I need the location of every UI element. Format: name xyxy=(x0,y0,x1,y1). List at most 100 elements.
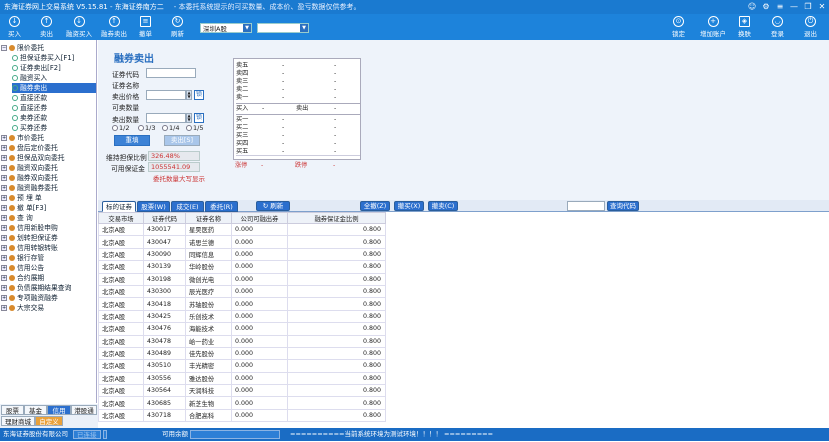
stock-code-input[interactable] xyxy=(146,68,196,78)
table-row[interactable]: 北京A股 430476 海能技术 0.000 0.800 xyxy=(98,322,386,336)
table-row[interactable]: 北京A股 430564 天润科技 0.000 0.800 xyxy=(98,384,386,398)
maximize-button[interactable]: ❐ xyxy=(801,0,815,14)
cell-name: 雅达股份 xyxy=(185,371,232,386)
sidebar-item-collateral-buy[interactable]: 担保证券买入[F1] xyxy=(12,53,96,63)
table-row[interactable]: 北京A股 430418 苏轴股份 0.000 0.800 xyxy=(98,297,386,311)
sidebar-item-special-margin[interactable]: + 专项融资融券 xyxy=(1,293,96,303)
tab-stock[interactable]: 股票 xyxy=(1,405,24,415)
sell-price-input[interactable] xyxy=(146,90,186,100)
tab-trades[interactable]: 成交(E) xyxy=(171,201,204,212)
sidebar-item-sell[interactable]: 证券卖出[F2] xyxy=(12,63,96,73)
tab-target-securities[interactable]: 标的证券 xyxy=(102,201,136,212)
ratio-third-radio[interactable]: 1/3 xyxy=(138,124,155,132)
close-button[interactable]: ✕ xyxy=(815,0,829,14)
table-row[interactable]: 北京A股 430300 辰光医疗 0.000 0.800 xyxy=(98,284,386,299)
tab-holdings[interactable]: 股票(W) xyxy=(137,201,170,212)
login-button[interactable]: ◡ 登录 xyxy=(771,14,784,40)
table-row[interactable]: 北京A股 430017 星昊医药 0.000 0.800 xyxy=(98,222,386,237)
help-icon[interactable]: ☺ xyxy=(745,0,759,14)
tab-credit[interactable]: 信用 xyxy=(47,405,71,415)
table-row[interactable]: 北京A股 430510 丰光精密 0.000 0.800 xyxy=(98,359,386,373)
price-stepper[interactable]: ▲ ▼ xyxy=(186,90,192,100)
table-row[interactable]: 北京A股 430198 微创光电 0.000 0.800 xyxy=(98,272,386,286)
sidebar-item-after-hours[interactable]: + 盘后定价委托 xyxy=(1,143,96,153)
sidebar-item-bank-custody[interactable]: + 银行存管 xyxy=(1,253,96,263)
table-row[interactable]: 北京A股 430489 佳先股份 0.000 0.800 xyxy=(98,346,386,361)
sell-qty-input[interactable] xyxy=(146,113,186,123)
lock-button[interactable]: ⊙ 锁定 xyxy=(672,14,685,40)
menu-icon[interactable]: ≡ xyxy=(773,0,787,14)
table-refresh-button[interactable]: ↻ 刷新 xyxy=(256,201,290,211)
skin-button[interactable]: ◈ 换肤 xyxy=(738,14,751,40)
radio-icon xyxy=(138,125,144,131)
tab-orders[interactable]: 委托(R) xyxy=(205,201,238,212)
col-margin-ratio[interactable]: 融券保证金比例 xyxy=(287,212,386,224)
ratio-half-radio[interactable]: 1/2 xyxy=(112,124,129,132)
ratio-fifth-radio[interactable]: 1/5 xyxy=(186,124,203,132)
col-available[interactable]: 公司可融出券 xyxy=(231,212,288,224)
status-bar: 东海证券股份有限公司 已连接 可用余额 ==========当前系统环境为测试环… xyxy=(0,428,829,441)
code-search-input[interactable] xyxy=(567,201,605,211)
tab-fund[interactable]: 基金 xyxy=(24,405,47,415)
sidebar-item-sell-to-repay[interactable]: 卖券还款 xyxy=(12,113,96,123)
sidebar-item-market-order[interactable]: + 市价委托 xyxy=(1,133,96,143)
ratio-quarter-radio[interactable]: 1/4 xyxy=(162,124,179,132)
col-code[interactable]: 证券代码 xyxy=(143,212,186,224)
table-row[interactable]: 北京A股 430425 乐创技术 0.000 0.800 xyxy=(98,309,386,324)
sidebar-item-cancel[interactable]: + 撤 单[F3] xyxy=(1,203,96,213)
col-name[interactable]: 证券名称 xyxy=(185,212,232,224)
settings-icon[interactable]: ⚙ xyxy=(759,0,773,14)
reset-button[interactable]: 重填 xyxy=(114,135,150,146)
sidebar-item-ipo[interactable]: + 信用新股申购 xyxy=(1,223,96,233)
add-account-button[interactable]: + 增加账户 xyxy=(700,14,726,40)
sidebar-item-margin-order[interactable]: + 融资融券委托 xyxy=(1,183,96,193)
sidebar-item-query[interactable]: + 查 询 xyxy=(1,213,96,223)
account-select[interactable]: ▼ xyxy=(257,23,309,33)
sell-submit-button[interactable]: 卖出[S] xyxy=(164,135,200,146)
buy-button[interactable]: ↓ 买入 xyxy=(8,14,21,40)
sidebar-item-direct-repay[interactable]: 直接还款 xyxy=(12,93,96,103)
sidebar-item-buy-to-return[interactable]: 买券还券 xyxy=(12,123,96,133)
sidebar-item-bank-transfer[interactable]: + 信用转银转账 xyxy=(1,243,96,253)
table-row[interactable]: 北京A股 430478 峆一药业 0.000 0.800 xyxy=(98,334,386,348)
table-row[interactable]: 北京A股 430556 雅达股份 0.000 0.800 xyxy=(98,371,386,386)
sidebar-item-preorder[interactable]: + 预 埋 单 xyxy=(1,193,96,203)
sidebar-item-transfer-collateral[interactable]: + 划转担保证券 xyxy=(1,233,96,243)
table-row[interactable]: 北京A股 430090 同辉信息 0.000 0.800 xyxy=(98,247,386,262)
sidebar-item-short-dual[interactable]: + 融券双向委托 xyxy=(1,173,96,183)
market-select[interactable]: 深圳A股 ▼ xyxy=(200,23,252,33)
tab-wealth-mall[interactable]: 理财商城 xyxy=(1,416,35,426)
sidebar-item-extension[interactable]: + 合约展期 xyxy=(1,273,96,283)
table-row[interactable]: 北京A股 430139 华岭股份 0.000 0.800 xyxy=(98,260,386,274)
cell-available: 0.000 xyxy=(231,371,288,386)
short-sell-button[interactable]: ↑ 融券卖出 xyxy=(101,14,127,40)
table-row[interactable]: 北京A股 430047 诺思兰德 0.000 0.800 xyxy=(98,235,386,249)
search-code-button[interactable]: 查询代码 xyxy=(607,201,639,211)
sidebar-item-short-sell[interactable]: 融券卖出 xyxy=(12,83,96,93)
sidebar-item-collateral-dual[interactable]: + 担保品双向委托 xyxy=(1,153,96,163)
tab-hk-connect[interactable]: 港股通 xyxy=(71,405,97,415)
lock-qty-button[interactable]: 锁 xyxy=(194,113,204,123)
sidebar-item-limit-order[interactable]: − 限价委托 xyxy=(1,43,96,53)
sell-button[interactable]: ↑ 卖出 xyxy=(40,14,53,40)
table-row[interactable]: 北京A股 430718 合肥高科 0.000 0.800 xyxy=(98,408,386,423)
margin-buy-button[interactable]: ↓ 融资买入 xyxy=(66,14,92,40)
qty-stepper[interactable]: ▲ ▼ xyxy=(186,113,192,123)
exit-button[interactable]: ⏻ 退出 xyxy=(804,14,817,40)
table-row[interactable]: 北京A股 430685 新芝生物 0.000 0.800 xyxy=(98,396,386,410)
sidebar-item-direct-return[interactable]: 直接还券 xyxy=(12,103,96,113)
col-market[interactable]: 交易市场 xyxy=(98,212,144,224)
cancel-all-button[interactable]: 全撤(Z) xyxy=(360,201,390,211)
cancel-sells-button[interactable]: 撤卖(C) xyxy=(428,201,458,211)
tab-custom[interactable]: 自定义 xyxy=(35,416,63,426)
refresh-button[interactable]: ↻ 刷新 xyxy=(171,14,184,40)
sidebar-item-extension-query[interactable]: + 负债展期结果查询 xyxy=(1,283,96,293)
sidebar-item-margin-dual[interactable]: + 融资双向委托 xyxy=(1,163,96,173)
sidebar-item-margin-buy[interactable]: 融资买入 xyxy=(12,73,96,83)
lock-price-button[interactable]: 锁 xyxy=(194,90,204,100)
sidebar-item-announcement[interactable]: + 信用公告 xyxy=(1,263,96,273)
cancel-order-button[interactable]: ≡ 撤单 xyxy=(139,14,152,40)
cancel-buys-button[interactable]: 撤买(X) xyxy=(394,201,424,211)
minimize-button[interactable]: — xyxy=(787,0,801,14)
sidebar-item-block-trade[interactable]: + 大宗交易 xyxy=(1,303,96,313)
